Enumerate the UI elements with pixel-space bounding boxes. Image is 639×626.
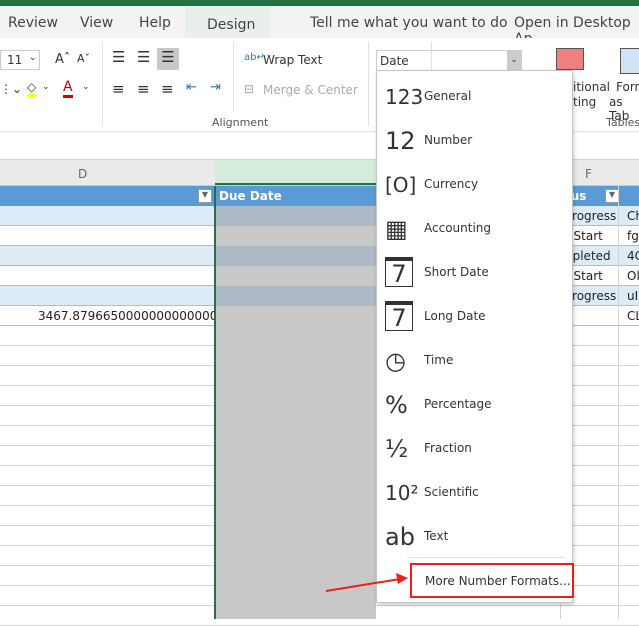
text-icon: ab (385, 523, 415, 551)
g-cell[interactable]: Ch (627, 209, 639, 223)
menu-item-label: Accounting (424, 221, 492, 235)
merge-center-button[interactable]: Merge & Center (263, 83, 358, 97)
font-size-select[interactable]: 11 ⌄ (0, 50, 40, 70)
scientific-icon: 10² (385, 481, 419, 505)
menu-item-scientific[interactable]: 10² Scientific (377, 471, 572, 515)
menu-item-label: Long Date (424, 309, 486, 323)
format-as-table-icon[interactable] (620, 48, 639, 74)
column-header-e[interactable] (215, 160, 376, 185)
menu-item-short-date[interactable]: 7 Short Date (377, 251, 572, 295)
menu-item-label: Text (424, 529, 449, 543)
menu-item-label: Time (424, 353, 454, 367)
tables-group-label: Tables (606, 116, 639, 129)
g-cell[interactable]: fg (627, 229, 639, 243)
menu-item-time[interactable]: ◷ Time (377, 339, 572, 383)
chevron-down-icon[interactable]: ⌄ (42, 82, 50, 92)
wrap-text-icon: ab↵ (244, 52, 265, 63)
merge-icon: ⊟ (244, 82, 255, 96)
alignment-group-label: Alignment (212, 116, 269, 129)
decrease-indent-icon[interactable]: ⇤ (186, 80, 197, 95)
time-icon: ◷ (385, 347, 406, 375)
chevron-down-icon: ⌄ (29, 53, 37, 63)
align-right-icon[interactable]: ≡ (161, 80, 174, 98)
number-format-value: Date (380, 54, 409, 68)
menu-item-text[interactable]: ab Text (377, 515, 572, 559)
g-cell[interactable]: uI (627, 289, 638, 303)
percentage-icon: % (385, 391, 408, 419)
conditional-formatting-label2[interactable]: ting (573, 95, 596, 109)
menu-item-long-date[interactable]: 7 Long Date (377, 295, 572, 339)
tab-view[interactable]: View (80, 15, 113, 31)
red-arrow-annotation (325, 573, 408, 592)
gridline (618, 186, 619, 619)
chevron-down-icon[interactable]: ⌄ (507, 51, 521, 71)
short-date-icon: 7 (385, 257, 413, 287)
menu-item-label: Percentage (424, 397, 492, 411)
wrap-text-button[interactable]: Wrap Text (263, 53, 322, 67)
number-format-dropdown: 123 General 12 Number [O] Currency ▦ Accounting… (376, 70, 574, 603)
font-size-value: 11 (7, 53, 23, 67)
chevron-down-icon[interactable]: ⌄ (82, 82, 90, 92)
tab-review[interactable]: Review (8, 15, 58, 31)
column-header-d[interactable]: D (78, 167, 87, 181)
align-bottom-icon[interactable]: ☰ (157, 48, 179, 70)
menu-item-label: Fraction (424, 441, 472, 455)
fraction-icon: ½ (385, 435, 409, 463)
menu-item-label: Scientific (424, 485, 479, 499)
fill-color-icon[interactable]: ◇ (27, 80, 37, 97)
align-center-icon[interactable]: ≡ (137, 80, 150, 98)
g-cell[interactable]: Ol (627, 269, 639, 283)
menu-item-percentage[interactable]: % Percentage (377, 383, 572, 427)
g-cell[interactable]: CL (627, 309, 639, 323)
g-cell[interactable]: 4C (627, 249, 639, 263)
menu-divider (407, 557, 565, 558)
menu-item-label: Currency (424, 177, 479, 191)
ribbon-tabs: Review View Help Design Tell me what you… (0, 6, 639, 47)
long-date-icon: 7 (385, 301, 413, 331)
header-due-date[interactable]: Due Date (219, 189, 282, 203)
menu-item-accounting[interactable]: ▦ Accounting (377, 207, 572, 251)
shrink-font-icon[interactable]: Aˇ (77, 52, 90, 65)
align-middle-icon[interactable]: ☰ (137, 48, 150, 66)
font-color-icon[interactable]: A (63, 79, 73, 98)
menu-item-currency[interactable]: [O] Currency (377, 163, 572, 207)
tab-design[interactable]: Design (185, 6, 270, 38)
conditional-formatting-icon[interactable] (556, 48, 584, 70)
borders-icon[interactable]: ⋮⌄ (0, 82, 22, 96)
selected-column-e[interactable] (216, 206, 376, 619)
menu-item-number[interactable]: 12 Number (377, 119, 572, 163)
menu-item-label: Short Date (424, 265, 489, 279)
d-value-cell[interactable]: 3467.87966500000000000000 (38, 309, 225, 323)
align-left-icon[interactable]: ≡ (112, 80, 125, 98)
increase-indent-icon[interactable]: ⇥ (210, 80, 221, 95)
filter-dropdown-icon[interactable]: ▼ (605, 189, 619, 203)
grow-font-icon[interactable]: Aˆ (55, 52, 70, 67)
accounting-icon: ▦ (385, 215, 408, 243)
tell-me-search[interactable]: Tell me what you want to do (310, 15, 508, 31)
menu-item-fraction[interactable]: ½ Fraction (377, 427, 572, 471)
format-as-table-label[interactable]: Form (616, 80, 639, 94)
selection-border (214, 186, 216, 619)
menu-item-general[interactable]: 123 General (377, 75, 572, 119)
more-number-formats-label: More Number Formats... (425, 574, 571, 588)
number-icon: 12 (385, 127, 416, 155)
conditional-formatting-label[interactable]: itional (573, 80, 610, 94)
column-header-f[interactable]: F (585, 167, 592, 181)
number-format-select[interactable]: Date ⌄ (376, 50, 522, 72)
tab-design-label: Design (207, 17, 256, 33)
menu-item-label: General (424, 89, 472, 103)
filter-dropdown-icon[interactable]: ▼ (198, 189, 212, 203)
currency-icon: [O] (385, 173, 417, 197)
general-icon: 123 (385, 85, 424, 109)
tab-help[interactable]: Help (139, 15, 171, 31)
align-top-icon[interactable]: ☰ (112, 48, 125, 66)
more-number-formats-button[interactable]: More Number Formats... (410, 563, 574, 598)
menu-item-label: Number (424, 133, 473, 147)
